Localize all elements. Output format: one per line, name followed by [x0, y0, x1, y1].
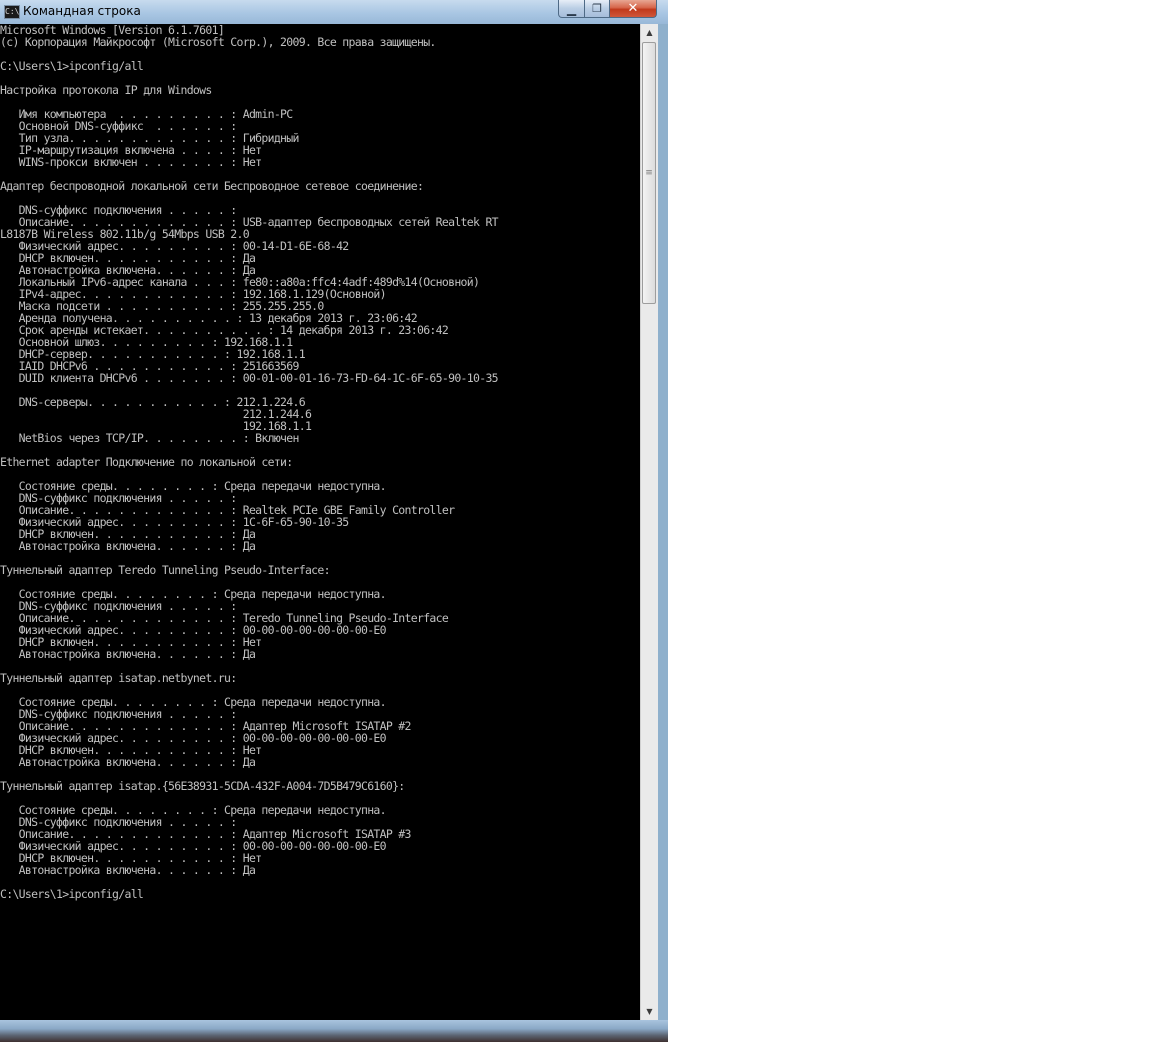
- console-line: Ethernet adapter Подключение по локально…: [0, 455, 293, 469]
- console-line: Туннельный адаптер Teredo Tunneling Pseu…: [0, 563, 331, 577]
- scrollbar-thumb[interactable]: ≡: [642, 42, 656, 304]
- minimize-icon: ▁: [566, 1, 577, 16]
- minimize-button[interactable]: ▁: [558, 0, 585, 18]
- console-line: NetBios через TCP/IP. . . . . . . . : Вк…: [0, 431, 300, 445]
- close-button[interactable]: ✕: [609, 0, 657, 18]
- console-line: Автонастройка включена. . . . . . : Да: [0, 863, 256, 877]
- console-line: Автонастройка включена. . . . . . : Да: [0, 647, 256, 661]
- console-line: C:\Users\1>ipconfig/all: [0, 59, 144, 73]
- command-prompt-window: C:\ Командная строка ▁ ❐ ✕ Microsoft Win…: [0, 0, 668, 1042]
- maximize-icon: ❐: [592, 2, 602, 15]
- console-line: Автонастройка включена. . . . . . : Да: [0, 755, 256, 769]
- scroll-up-icon[interactable]: ▲: [641, 24, 658, 41]
- close-icon: ✕: [627, 1, 639, 16]
- cmd-icon[interactable]: C:\: [4, 5, 20, 19]
- console-line: Туннельный адаптер isatap.netbynet.ru:: [0, 671, 237, 685]
- console-line: Туннельный адаптер isatap.{56E38931-5CDA…: [0, 779, 405, 793]
- console-line: Настройка протокола IP для Windows: [0, 83, 212, 97]
- console-line: Автонастройка включена. . . . . . : Да: [0, 539, 256, 553]
- console-line: DUID клиента DHCPv6 . . . . . . . : 00-0…: [0, 371, 499, 385]
- window-title: Командная строка: [23, 4, 141, 18]
- window-bottom-frame: [0, 1020, 668, 1042]
- console-line: C:\Users\1>ipconfig/all: [0, 887, 144, 901]
- scroll-grip-icon: ≡: [645, 167, 653, 178]
- console-output[interactable]: Microsoft Windows [Version 6.1.7601] (c) …: [0, 24, 640, 1020]
- scroll-down-icon[interactable]: ▼: [641, 1003, 658, 1020]
- vertical-scrollbar[interactable]: ▲ ≡ ▼: [640, 24, 658, 1020]
- console-line: Адаптер беспроводной локальной сети Бесп…: [0, 179, 424, 193]
- title-bar[interactable]: C:\ Командная строка ▁ ❐ ✕: [0, 0, 668, 24]
- console-line: (c) Корпорация Майкрософт (Microsoft Cor…: [0, 35, 436, 49]
- maximize-button[interactable]: ❐: [584, 0, 610, 18]
- console-line: WINS-прокси включен . . . . . . . : Нет: [0, 155, 262, 169]
